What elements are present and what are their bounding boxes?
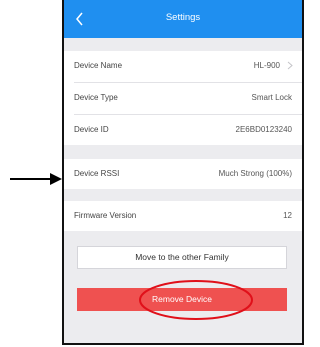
device-info-group: Device Name HL-900 Device Type Smart Loc… [64, 51, 302, 145]
remove-device-button[interactable]: Remove Device [77, 288, 287, 311]
device-id-row: Device ID 2E6BD0123240 [64, 115, 302, 145]
device-rssi-value: Much Strong (100%) [218, 169, 292, 178]
device-type-row: Device Type Smart Lock [64, 83, 302, 113]
page-title: Settings [165, 12, 201, 23]
annotation-arrow [10, 173, 62, 185]
device-rssi-label: Device RSSI [74, 169, 120, 178]
firmware-version-value: 12 [283, 211, 292, 220]
navigation-bar: Settings [64, 0, 302, 38]
device-name-row[interactable]: Device Name HL-900 [64, 51, 302, 81]
settings-screen: Settings Device Name HL-900 Device Type … [62, 0, 304, 345]
rssi-group: Device RSSI Much Strong (100%) [64, 159, 302, 189]
device-type-label: Device Type [74, 93, 118, 102]
firmware-version-row: Firmware Version 12 [64, 201, 302, 231]
firmware-group: Firmware Version 12 [64, 201, 302, 231]
device-rssi-row: Device RSSI Much Strong (100%) [64, 159, 302, 189]
device-name-label: Device Name [74, 61, 123, 70]
move-to-family-button[interactable]: Move to the other Family [77, 246, 287, 269]
chevron-right-icon [287, 61, 293, 70]
device-id-label: Device ID [74, 125, 109, 134]
device-name-value: HL-900 [253, 61, 280, 70]
firmware-version-label: Firmware Version [74, 211, 137, 220]
device-type-value: Smart Lock [251, 93, 292, 102]
device-id-value: 2E6BD0123240 [235, 125, 293, 134]
